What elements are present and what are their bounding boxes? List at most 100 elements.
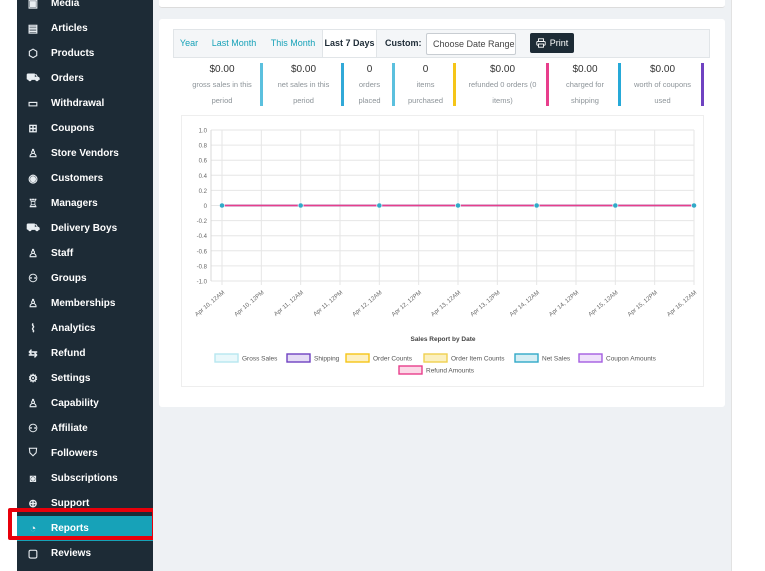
right-divider [731, 0, 732, 571]
y-tick-label: -1.0 [197, 280, 208, 286]
exchange-icon: ⇆ [28, 348, 38, 360]
cube-icon: ⬡ [28, 48, 38, 60]
stat-desc: gross sales in this [192, 80, 252, 89]
sidebar-item-delivery-boys[interactable]: ⛟ Delivery Boys [17, 216, 153, 241]
sidebar-item-articles[interactable]: ▤ Articles [17, 16, 153, 41]
legend-swatch [345, 353, 370, 363]
data-point [376, 202, 383, 209]
sidebar-item-managers[interactable]: ♖ Managers [17, 191, 153, 216]
sidebar-item-reviews[interactable]: ▢ Reviews [17, 541, 153, 566]
y-tick-label: -0.8 [197, 264, 208, 270]
sidebar-item-products[interactable]: ⬡ Products [17, 41, 153, 66]
legend-swatch [423, 353, 448, 363]
sales-chart: 1.0 0.8 0.6 0.4 0.2 0 -0.2 -0.4 -0.6 -0.8 -1.0 Apr … [181, 115, 704, 387]
summary-stats: $0.00 gross sales in this period $0.00 net s… [181, 63, 704, 106]
sidebar-item-label: Settings [51, 373, 91, 384]
stat-desc: net sales in this [277, 80, 330, 89]
stat-value: $0.00 [290, 64, 317, 75]
stat-card: $0.00 net sales in this period [263, 63, 344, 106]
sidebar-item-subscriptions[interactable]: ◙ Subscriptions [17, 466, 153, 491]
sidebar-item-groups[interactable]: ⚇ Groups [17, 266, 153, 291]
x-tick-label: Apr 10, 12PM [234, 290, 266, 318]
legend-label: Gross Sales [242, 356, 278, 363]
tab-last-7-days[interactable]: Last 7 Days [322, 30, 377, 57]
y-tick-label: -0.4 [197, 234, 208, 240]
sidebar-item-label: Followers [51, 448, 98, 459]
data-point [219, 202, 225, 209]
legend-swatch [398, 365, 423, 375]
stat-value: $0.00 [489, 64, 516, 75]
sidebar-item-media[interactable]: ▣ Media [17, 0, 153, 16]
sidebar-item-staff[interactable]: ♙ Staff [17, 241, 153, 266]
manager-icon: ♖ [28, 198, 38, 210]
stat-color-bar [701, 63, 704, 106]
sidebar-item-label: Analytics [51, 323, 96, 334]
comment-icon: ▢ [27, 548, 39, 560]
tab-this-month[interactable]: This Month [264, 30, 322, 57]
sidebar-item-reports[interactable]: ◔ Reports [17, 516, 153, 541]
user-cog-icon: ♙ [28, 398, 38, 410]
tab-last-month[interactable]: Last Month [205, 30, 263, 57]
sidebar-item-label: Reviews [51, 548, 92, 559]
sidebar-item-refund[interactable]: ⇆ Refund [17, 341, 153, 366]
sidebar-item-affiliate[interactable]: ⚇ Affiliate [17, 416, 153, 441]
stat-card: $0.00 charged for shipping [549, 63, 621, 106]
truck-icon: ⛟ [26, 221, 40, 234]
data-point [455, 202, 461, 209]
sidebar-item-memberships[interactable]: ♙ Memberships [17, 291, 153, 316]
stat-desc: period [293, 96, 314, 105]
users-icon: ⚇ [28, 423, 38, 435]
sidebar-item-support[interactable]: ⊕ Support [17, 491, 153, 516]
sidebar-item-coupons[interactable]: ⊞ Coupons [17, 116, 153, 141]
x-tick-label: Apr 15, 12PM [627, 290, 659, 318]
cart-icon: ⛟ [26, 71, 40, 84]
legend-swatch [214, 353, 239, 363]
y-tick-label: 0 [204, 204, 208, 210]
legend-swatch [514, 353, 539, 363]
x-tick-label: Apr 12, 12PM [391, 290, 423, 318]
data-point [533, 202, 540, 209]
sidebar-item-store-vendors[interactable]: ♙ Store Vendors [17, 141, 153, 166]
sidebar-item-label: Subscriptions [51, 473, 118, 484]
sidebar-item-label: Refund [51, 348, 86, 359]
sidebar-item-capability[interactable]: ♙ Capability [17, 391, 153, 416]
x-tick-label: Apr 11, 12AM [273, 290, 305, 318]
sidebar-item-label: Products [51, 48, 95, 59]
sidebar-item-label: Affiliate [51, 423, 88, 434]
sidebar-item-followers[interactable]: ⛉ Followers [17, 441, 153, 466]
sidebar-item-settings[interactable]: ⚙ Settings [17, 366, 153, 391]
sidebar-item-label: Groups [51, 273, 87, 284]
stat-card: 0 orders placed [344, 63, 395, 106]
stat-value: $0.00 [209, 64, 235, 75]
sidebar-item-label: Withdrawal [51, 98, 105, 109]
stat-desc: items) [492, 96, 513, 105]
sidebar-item-withdrawal[interactable]: ▭ Withdrawal [17, 91, 153, 116]
user-icon: ♙ [28, 148, 38, 160]
date-range-input[interactable]: Choose Date Range [426, 33, 516, 55]
legend-label: Shipping [314, 356, 340, 363]
data-point [612, 202, 619, 209]
stat-desc: items [416, 80, 435, 89]
x-tick-label: Apr 10, 12AM [194, 290, 226, 318]
print-label: Print [549, 38, 569, 48]
stat-card: $0.00 gross sales in this period [181, 63, 263, 106]
sidebar: ▣ Media ▤ Articles ⬡ Products ⛟ Orders ▭ Withdraw… [17, 0, 153, 571]
pie-chart-icon: ◔ [29, 522, 37, 535]
stat-card: 0 items purchased [395, 63, 456, 106]
user-circle-icon: ◉ [28, 173, 38, 185]
staff-icon: ♙ [28, 248, 38, 260]
tab-year[interactable]: Year [174, 30, 204, 57]
stat-value: $0.00 [572, 64, 598, 75]
stat-desc: refunded 0 orders (0 [468, 80, 537, 89]
x-tick-label: Apr 11, 12PM [313, 290, 345, 318]
sidebar-item-analytics[interactable]: ⌇ Analytics [17, 316, 153, 341]
sidebar-item-label: Capability [51, 398, 99, 409]
stat-desc: charged for [566, 80, 604, 89]
stat-desc: shipping [571, 96, 599, 105]
legend-swatch [578, 353, 603, 363]
sidebar-item-customers[interactable]: ◉ Customers [17, 166, 153, 191]
article-icon: ▤ [27, 23, 39, 35]
print-button[interactable]: Print [530, 33, 574, 53]
data-point [297, 202, 304, 209]
sidebar-item-orders[interactable]: ⛟ Orders [17, 66, 153, 91]
